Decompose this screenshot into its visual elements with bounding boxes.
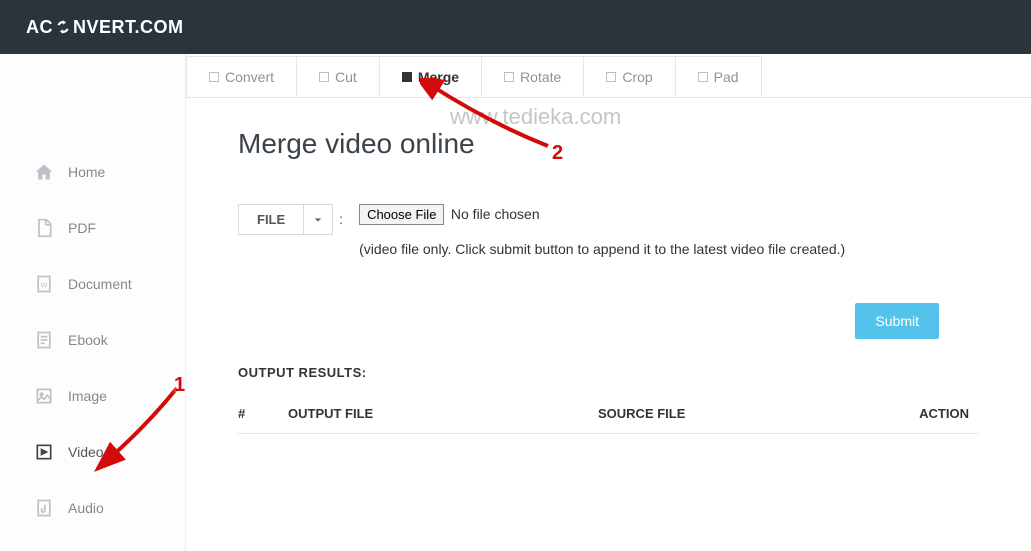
- colon: :: [339, 204, 343, 227]
- no-file-text: No file chosen: [451, 206, 540, 222]
- sidebar-item-label: Audio: [68, 500, 104, 516]
- tab-rotate[interactable]: Rotate: [481, 56, 584, 97]
- results-heading: OUTPUT RESULTS:: [238, 365, 979, 380]
- brand-right: NVERT.COM: [73, 17, 184, 38]
- tab-label: Crop: [622, 69, 652, 85]
- checkbox-icon: [402, 72, 412, 82]
- sidebar-item-label: Image: [68, 388, 107, 404]
- tab-label: Convert: [225, 69, 274, 85]
- checkbox-icon: [319, 72, 329, 82]
- checkbox-icon: [504, 72, 514, 82]
- tab-cut[interactable]: Cut: [296, 56, 380, 97]
- tab-label: Pad: [714, 69, 739, 85]
- file-source-button-group: FILE: [238, 204, 333, 235]
- tab-label: Rotate: [520, 69, 561, 85]
- ebook-icon: [34, 330, 54, 350]
- file-hint: (video file only. Click submit button to…: [359, 241, 979, 257]
- sidebar-item-label: PDF: [68, 220, 96, 236]
- topbar: AC NVERT.COM: [0, 0, 1031, 54]
- annotation-number-2: 2: [552, 142, 563, 165]
- checkbox-icon: [606, 72, 616, 82]
- brand-logo[interactable]: AC NVERT.COM: [26, 17, 184, 38]
- annotation-number-1: 1: [174, 374, 185, 397]
- col-source: SOURCE FILE: [598, 394, 889, 434]
- brand-left: AC: [26, 17, 53, 38]
- col-action: ACTION: [889, 394, 979, 434]
- choose-file-button[interactable]: Choose File: [359, 204, 444, 225]
- tab-label: Merge: [418, 69, 459, 85]
- document-icon: W: [34, 274, 54, 294]
- submit-button[interactable]: Submit: [855, 303, 939, 339]
- col-num: #: [238, 394, 288, 434]
- pdf-icon: [34, 218, 54, 238]
- file-source-caret[interactable]: [304, 204, 333, 235]
- tab-label: Cut: [335, 69, 357, 85]
- checkbox-icon: [698, 72, 708, 82]
- sidebar-item-document[interactable]: W Document: [0, 256, 185, 312]
- sidebar-item-image[interactable]: Image: [0, 368, 185, 424]
- sidebar-item-video[interactable]: Video: [0, 424, 185, 480]
- sidebar-item-label: Home: [68, 164, 105, 180]
- sidebar-item-audio[interactable]: Audio: [0, 480, 185, 536]
- sidebar-item-ebook[interactable]: Ebook: [0, 312, 185, 368]
- audio-icon: [34, 498, 54, 518]
- page-title: Merge video online: [238, 128, 979, 160]
- tab-convert[interactable]: Convert: [186, 56, 297, 97]
- sidebar-item-label: Document: [68, 276, 132, 292]
- tab-crop[interactable]: Crop: [583, 56, 675, 97]
- image-icon: [34, 386, 54, 406]
- file-row: FILE : Choose File No file chosen (video…: [238, 204, 979, 257]
- sidebar-item-label: Video: [68, 444, 104, 460]
- file-source-button[interactable]: FILE: [238, 204, 304, 235]
- sidebar-item-pdf[interactable]: PDF: [0, 200, 185, 256]
- tab-pad[interactable]: Pad: [675, 56, 762, 97]
- tab-merge[interactable]: Merge: [379, 56, 482, 97]
- refresh-icon: [54, 18, 72, 36]
- sidebar-item-label: Ebook: [68, 332, 108, 348]
- checkbox-icon: [209, 72, 219, 82]
- results-table: # OUTPUT FILE SOURCE FILE ACTION: [238, 394, 979, 434]
- caret-down-icon: [314, 212, 322, 227]
- svg-text:W: W: [41, 280, 49, 289]
- col-output: OUTPUT FILE: [288, 394, 598, 434]
- sidebar: Home PDF W Document Ebook Image Video Au…: [0, 54, 186, 551]
- home-icon: [34, 162, 54, 182]
- video-icon: [34, 442, 54, 462]
- tabs: Convert Cut Merge Rotate Crop Pad: [186, 56, 1031, 98]
- sidebar-item-home[interactable]: Home: [0, 144, 185, 200]
- watermark: www.tedieka.com: [450, 104, 621, 130]
